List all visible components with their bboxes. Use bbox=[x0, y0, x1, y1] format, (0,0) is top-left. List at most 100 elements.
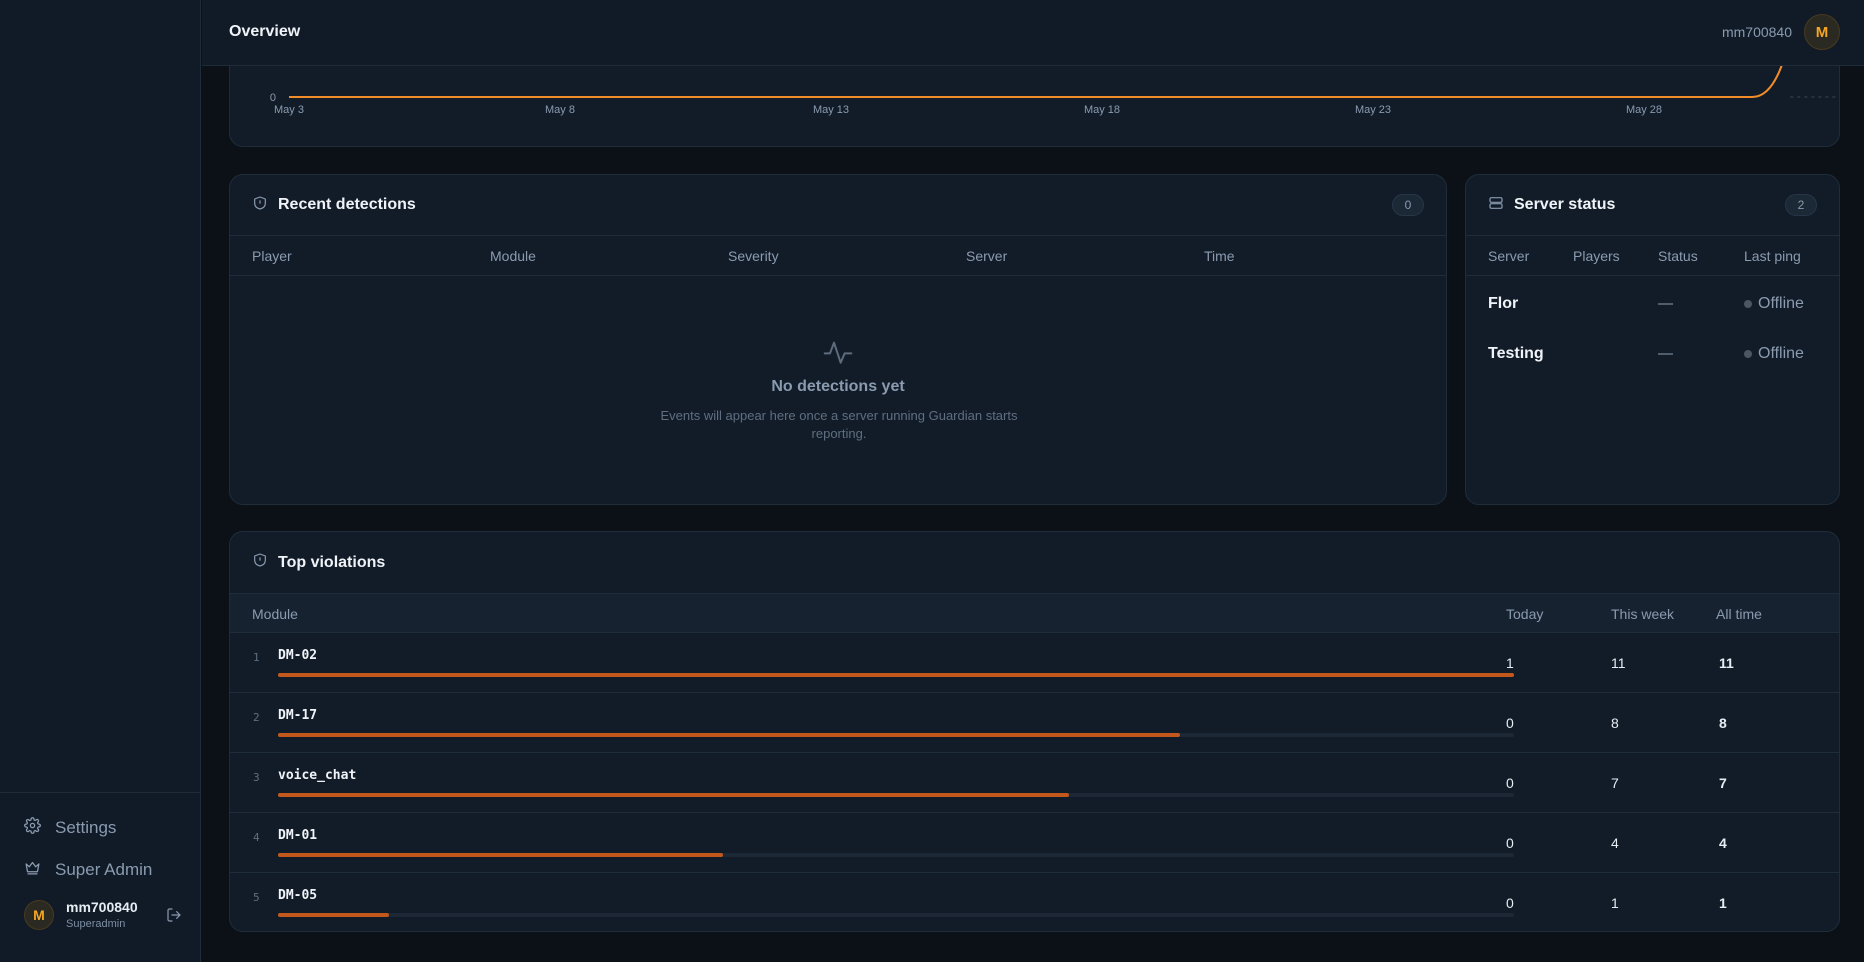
module-name: DM-05 bbox=[278, 888, 318, 903]
sidebar-item-label: Settings bbox=[55, 818, 117, 837]
server-icon bbox=[1488, 195, 1514, 216]
column-header-status: Status bbox=[1658, 248, 1698, 264]
column-header-time: Time bbox=[1204, 248, 1235, 264]
card-title: Top violations bbox=[278, 553, 386, 571]
x-tick-label: May 3 bbox=[274, 104, 304, 116]
server-status-value: — bbox=[1658, 295, 1673, 312]
x-tick-label: May 18 bbox=[1084, 104, 1120, 116]
card-title: Server status bbox=[1514, 196, 1616, 213]
last-ping-label: Offline bbox=[1758, 295, 1804, 312]
week-count: 11 bbox=[1611, 655, 1626, 671]
server-status-header: Server status 2 bbox=[1466, 175, 1839, 236]
violation-share-fill bbox=[278, 913, 390, 917]
table-row[interactable]: 1 DM-02 1 11 11 bbox=[230, 633, 1839, 693]
violation-share-bar bbox=[278, 673, 1514, 677]
recent-detections-card: Recent detections 0 Player Module Severi… bbox=[229, 174, 1447, 505]
avatar: M bbox=[24, 899, 54, 930]
sidebar-item-settings[interactable]: Settings bbox=[24, 817, 116, 839]
sidebar-username: mm700840 bbox=[66, 899, 138, 915]
violations-list: 1 DM-02 1 11 11 2 DM-17 0 8 8 3 voice_chat 0 7 7 4 DM-01… bbox=[230, 633, 1839, 931]
module-name: DM-17 bbox=[278, 708, 318, 723]
today-count: 0 bbox=[1506, 715, 1514, 731]
table-row[interactable]: 4 DM-01 0 4 4 bbox=[230, 813, 1839, 873]
empty-state-title: No detections yet bbox=[771, 378, 905, 395]
week-count: 4 bbox=[1611, 835, 1619, 851]
today-count: 0 bbox=[1506, 895, 1514, 911]
sidebar: Settings Super Admin M mm700840 Superadm… bbox=[0, 0, 201, 962]
count-badge: 0 bbox=[1392, 194, 1424, 216]
week-count: 7 bbox=[1611, 775, 1619, 791]
sidebar-item-label: Super Admin bbox=[55, 860, 153, 879]
count-badge: 2 bbox=[1785, 194, 1817, 216]
column-header-this-week: This week bbox=[1611, 606, 1675, 622]
page-title: Overview bbox=[229, 23, 301, 40]
offline-dot-icon bbox=[1744, 300, 1752, 308]
avatar: M bbox=[1804, 14, 1840, 50]
top-violations-header: Top violations bbox=[230, 532, 1839, 593]
violation-share-bar bbox=[278, 853, 1514, 857]
last-ping-status: Offline bbox=[1744, 295, 1804, 313]
column-header-severity: Severity bbox=[728, 248, 779, 264]
all-time-count: 4 bbox=[1719, 835, 1727, 851]
rank-number: 5 bbox=[253, 891, 260, 904]
today-count: 0 bbox=[1506, 835, 1514, 851]
sidebar-item-super-admin[interactable]: Super Admin bbox=[24, 859, 152, 881]
violation-share-bar bbox=[278, 793, 1514, 797]
last-ping-label: Offline bbox=[1758, 345, 1804, 362]
column-header-all-time: All time bbox=[1716, 606, 1762, 622]
all-time-count: 1 bbox=[1719, 895, 1727, 911]
today-count: 0 bbox=[1506, 775, 1514, 791]
violation-share-fill bbox=[278, 733, 1181, 737]
week-count: 1 bbox=[1611, 895, 1619, 911]
rank-number: 3 bbox=[253, 771, 260, 784]
sidebar-user-profile[interactable]: M mm700840 Superadmin bbox=[24, 899, 182, 930]
table-header: Module Today This week All time bbox=[230, 593, 1839, 633]
violation-share-bar bbox=[278, 733, 1514, 737]
x-tick-label: May 8 bbox=[545, 104, 575, 116]
table-row[interactable]: Testing — Offline bbox=[1466, 330, 1839, 380]
logout-icon[interactable] bbox=[166, 907, 182, 928]
server-name: Flor bbox=[1488, 295, 1519, 312]
table-header: Server Players Status Last ping bbox=[1466, 236, 1839, 276]
column-header-module: Module bbox=[490, 248, 536, 264]
empty-state-description: Events will appear here once a server ru… bbox=[660, 408, 1018, 441]
top-bar: Overview mm700840 M bbox=[202, 0, 1864, 66]
column-header-player: Player bbox=[252, 248, 292, 264]
column-header-last-ping: Last ping bbox=[1744, 248, 1801, 264]
shield-icon bbox=[252, 195, 278, 216]
column-header-players: Players bbox=[1573, 248, 1620, 264]
sidebar-user-role: Superadmin bbox=[66, 918, 126, 930]
shield-icon bbox=[252, 552, 278, 573]
rank-number: 2 bbox=[253, 711, 260, 724]
header-user-menu[interactable]: mm700840 M bbox=[1722, 14, 1840, 50]
column-header-server: Server bbox=[966, 248, 1008, 264]
server-status-value: — bbox=[1658, 345, 1673, 362]
last-ping-status: Offline bbox=[1744, 345, 1804, 363]
violation-share-fill bbox=[278, 673, 1514, 677]
recent-detections-header: Recent detections 0 bbox=[230, 175, 1446, 236]
table-row[interactable]: 3 voice_chat 0 7 7 bbox=[230, 753, 1839, 813]
module-name: DM-01 bbox=[278, 828, 318, 843]
today-count: 1 bbox=[1506, 655, 1514, 671]
x-tick-label: May 28 bbox=[1626, 104, 1662, 116]
week-count: 8 bbox=[1611, 715, 1619, 731]
card-title: Recent detections bbox=[278, 196, 416, 213]
gear-icon bbox=[24, 817, 41, 839]
module-name: voice_chat bbox=[278, 768, 357, 783]
column-header-module: Module bbox=[252, 606, 298, 622]
table-header: Player Module Severity Server Time bbox=[230, 236, 1446, 276]
column-header-today: Today bbox=[1506, 606, 1544, 622]
x-tick-label: May 13 bbox=[813, 104, 849, 116]
table-row[interactable]: 2 DM-17 0 8 8 bbox=[230, 693, 1839, 753]
violation-share-bar bbox=[278, 913, 1514, 917]
violation-share-fill bbox=[278, 793, 1070, 797]
crown-icon bbox=[24, 859, 41, 881]
table-row[interactable]: 5 DM-05 0 1 1 bbox=[230, 873, 1839, 931]
all-time-count: 11 bbox=[1719, 655, 1734, 671]
offline-dot-icon bbox=[1744, 350, 1752, 358]
module-name: DM-02 bbox=[278, 648, 318, 663]
activity-pulse-icon bbox=[822, 336, 854, 373]
server-name: Testing bbox=[1488, 345, 1544, 362]
server-status-card: Server status 2 Server Players Status La… bbox=[1465, 174, 1840, 505]
table-row[interactable]: Flor — Offline bbox=[1466, 280, 1839, 330]
